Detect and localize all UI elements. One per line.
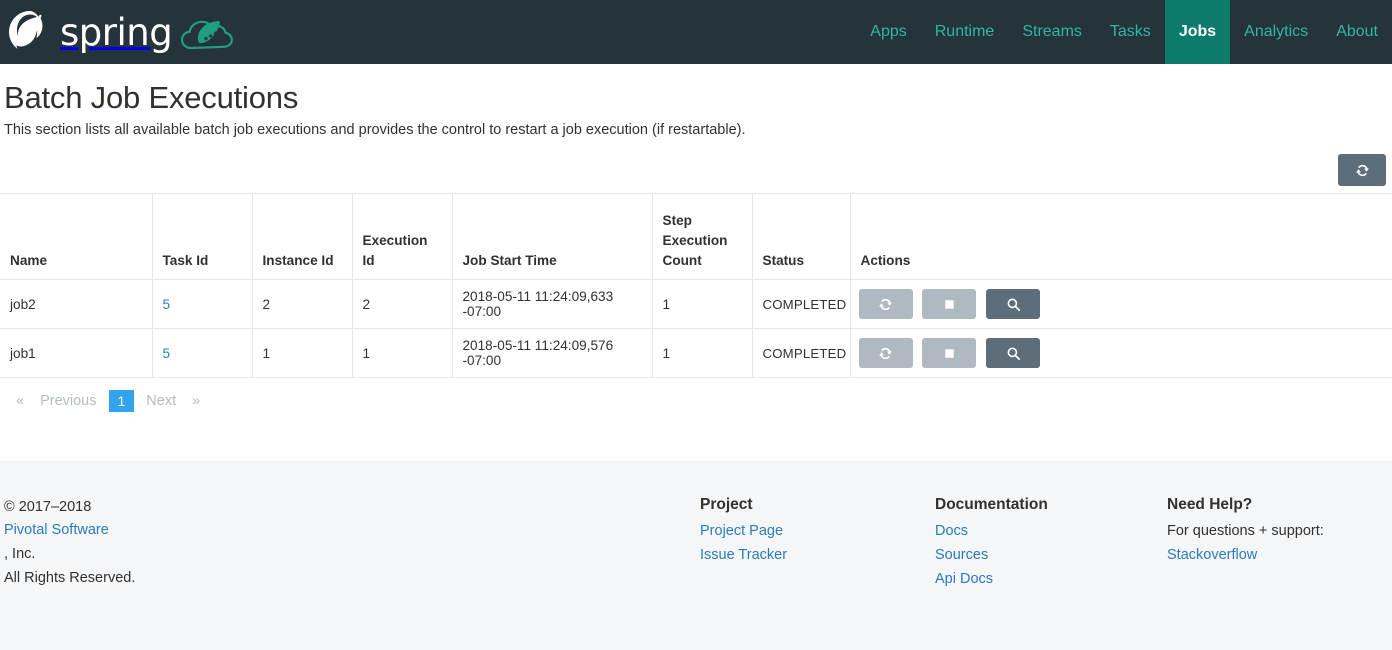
cell-task-id: 5 <box>152 328 253 379</box>
magnifier-icon <box>1006 297 1021 312</box>
footer-link-sources[interactable]: Sources <box>935 544 1167 568</box>
task-id-link[interactable]: 5 <box>163 297 171 312</box>
batch-job-executions-table: Name Task Id Instance Id Execution Id Jo… <box>0 193 1392 379</box>
cell-instance-id: 2 <box>252 279 353 330</box>
table-toolbar <box>0 140 1392 193</box>
refresh-button[interactable] <box>1338 154 1386 187</box>
footer-column-help: Need Help? For questions + support: Stac… <box>1167 496 1392 592</box>
brand-wordmark: spring <box>60 10 173 54</box>
footer-heading-documentation: Documentation <box>935 496 1048 513</box>
nav-item-analytics[interactable]: Analytics <box>1230 0 1322 64</box>
table-row: job1 5 1 1 2018-05-11 11:24:09,576 -07:0… <box>0 328 1392 379</box>
cell-instance-id: 1 <box>252 328 353 379</box>
cell-step-execution-count: 1 <box>652 328 753 379</box>
nav-item-runtime[interactable]: Runtime <box>921 0 1009 64</box>
stop-job-button[interactable] <box>922 338 977 369</box>
copyright-line: © 2017–2018 Pivotal Software , Inc. <box>4 496 700 567</box>
table-header: Name Task Id Instance Id Execution Id Jo… <box>0 193 1392 281</box>
cell-name: job1 <box>0 328 153 379</box>
spring-leaf-logo-icon <box>6 8 54 56</box>
brand-home-link[interactable]: spring <box>0 0 238 64</box>
footer-heading-need-help: Need Help? <box>1167 496 1253 513</box>
copyright-text: © 2017–2018 <box>4 499 92 515</box>
table-row: job2 5 2 2 2018-05-11 11:24:09,633 -07:0… <box>0 279 1392 330</box>
restart-icon <box>878 297 893 312</box>
magnifier-icon <box>1006 346 1021 361</box>
cell-actions <box>850 279 1392 330</box>
cell-job-start-time: 2018-05-11 11:24:09,576 -07:00 <box>452 328 653 379</box>
footer-link-issue-tracker[interactable]: Issue Tracker <box>700 544 935 568</box>
footer-copyright: © 2017–2018 Pivotal Software , Inc. All R… <box>0 496 700 592</box>
pagination-previous-button[interactable]: Previous <box>32 390 104 412</box>
column-header-task-id: Task Id <box>152 193 253 281</box>
status-badge: COMPLETED <box>752 279 851 330</box>
footer-link-project-page[interactable]: Project Page <box>700 520 935 544</box>
cell-execution-id: 2 <box>352 279 453 330</box>
table-header-row: Name Task Id Instance Id Execution Id Jo… <box>0 193 1392 281</box>
stop-job-button[interactable] <box>922 289 977 320</box>
nav-item-tasks[interactable]: Tasks <box>1096 0 1165 64</box>
column-header-job-start-time: Job Start Time <box>452 193 653 281</box>
column-header-step-execution-count: Step Execution Count <box>652 193 753 281</box>
footer-heading-project: Project <box>700 496 753 513</box>
cell-actions <box>850 328 1392 379</box>
task-id-link[interactable]: 5 <box>163 346 171 361</box>
view-job-details-button[interactable] <box>986 289 1041 320</box>
pagination: « Previous 1 Next » <box>0 378 1392 413</box>
nav-item-about[interactable]: About <box>1322 0 1392 64</box>
pagination-page-1[interactable]: 1 <box>108 390 135 413</box>
spring-cloud-badge-icon <box>172 7 238 57</box>
nav-item-streams[interactable]: Streams <box>1008 0 1096 64</box>
status-badge: COMPLETED <box>752 328 851 379</box>
view-job-details-button[interactable] <box>986 338 1041 369</box>
pagination-next-symbol[interactable]: » <box>184 390 208 412</box>
rights-line: All Rights Reserved. <box>4 569 136 586</box>
footer-column-project: Project Project Page Issue Tracker <box>700 496 935 592</box>
pivotal-software-link[interactable]: Pivotal Software <box>4 519 700 543</box>
stop-icon <box>942 346 957 361</box>
cell-name: job2 <box>0 279 153 330</box>
restart-job-button[interactable] <box>858 289 913 320</box>
pagination-next-button[interactable]: Next <box>138 390 184 412</box>
column-header-name: Name <box>0 193 153 281</box>
main-navigation: Apps Runtime Streams Tasks Jobs Analytic… <box>856 0 1392 64</box>
footer-link-docs[interactable]: Docs <box>935 520 1167 544</box>
column-header-status: Status <box>752 193 851 281</box>
footer-link-api-docs[interactable]: Api Docs <box>935 568 1167 592</box>
restart-icon <box>878 346 893 361</box>
top-navbar: spring Apps Runtime Streams Tasks Jobs A… <box>0 0 1392 64</box>
cell-task-id: 5 <box>152 279 253 330</box>
cell-execution-id: 1 <box>352 328 453 379</box>
restart-job-button[interactable] <box>858 338 913 369</box>
page-title: Batch Job Executions <box>4 80 299 115</box>
nav-item-jobs[interactable]: Jobs <box>1164 0 1231 64</box>
footer-column-documentation: Documentation Docs Sources Api Docs <box>935 496 1167 592</box>
column-header-execution-id: Execution Id <box>352 193 453 281</box>
stop-icon <box>942 297 957 312</box>
nav-item-apps[interactable]: Apps <box>856 0 920 64</box>
cell-step-execution-count: 1 <box>652 279 753 330</box>
page-description: This section lists all available batch j… <box>4 122 746 138</box>
page-content: Batch Job Executions This section lists … <box>0 80 1392 413</box>
table-body: job2 5 2 2 2018-05-11 11:24:09,633 -07:0… <box>0 279 1392 379</box>
column-header-instance-id: Instance Id <box>252 193 353 281</box>
page-footer: © 2017–2018 Pivotal Software , Inc. All R… <box>0 461 1392 650</box>
copyright-tail: , Inc. <box>4 546 36 563</box>
footer-help-text: For questions + support: <box>1167 523 1324 539</box>
cell-job-start-time: 2018-05-11 11:24:09,633 -07:00 <box>452 279 653 330</box>
column-header-actions: Actions <box>850 193 1392 281</box>
refresh-icon <box>1355 163 1370 178</box>
footer-link-stackoverflow[interactable]: Stackoverflow <box>1167 544 1392 568</box>
pagination-prev-symbol[interactable]: « <box>8 390 32 412</box>
